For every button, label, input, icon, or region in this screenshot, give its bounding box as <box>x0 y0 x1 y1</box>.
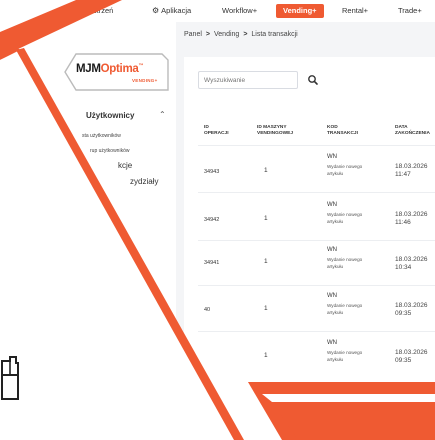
row-divider <box>198 285 435 286</box>
logo-text: MJMOptima™ <box>76 63 143 75</box>
cell-machine-id: 1 <box>264 258 268 265</box>
main-content: Panel>Vending>Lista transakcji ID OPERAC… <box>176 22 435 440</box>
logo-trademark: ™ <box>138 63 144 69</box>
cell-transaction-code: WN <box>327 293 337 299</box>
top-navigation: Moja przestrzeń ⚙ Aplikacja Workflow+ Ven… <box>0 0 435 22</box>
sidebar-item-user-groups[interactable]: rup użytkowników <box>90 148 129 154</box>
nav-trade[interactable]: Trade+ <box>398 4 422 18</box>
search-icon <box>308 75 318 85</box>
hand-icon <box>1 356 19 400</box>
cell-end-date: 18.03.2026 11:46 <box>395 211 428 226</box>
sidebar: MJMOptima™ VENDING+ Użytkownicy ⌃ sta uż… <box>0 22 176 440</box>
cell-operation-id: 40 <box>204 307 211 313</box>
cell-operation-id: 34943 <box>204 169 220 175</box>
nav-workflow[interactable]: Workflow+ <box>222 4 257 18</box>
cell-transaction-code: WN <box>327 340 337 346</box>
logo-mjm: MJM <box>76 63 101 75</box>
breadcrumb-panel[interactable]: Panel <box>184 31 202 38</box>
nav-vending[interactable]: Vending+ <box>276 4 324 18</box>
cell-transaction-desc: Wydanie nowego artykułu <box>327 257 363 269</box>
cell-transaction-desc: Wydanie nowego artykułu <box>327 303 363 315</box>
logo-subtitle: VENDING+ <box>132 78 158 83</box>
sidebar-section-users[interactable]: Użytkownicy <box>86 111 134 120</box>
sidebar-item-assignments[interactable]: zydziały <box>130 177 158 186</box>
search-input[interactable] <box>198 71 298 89</box>
nav-aplikacja[interactable]: ⚙ Aplikacja <box>152 4 191 18</box>
cell-transaction-code: WN <box>327 154 337 160</box>
cell-machine-id: 1 <box>264 215 268 222</box>
gear-icon: ⚙ <box>152 6 160 15</box>
column-header-code[interactable]: KOD TRANSAKCJI <box>327 125 358 137</box>
cell-transaction-desc: Wydanie nowego artykułu <box>327 212 363 224</box>
breadcrumb-current: Lista transakcji <box>251 31 298 38</box>
row-divider <box>198 240 435 241</box>
chevron-up-icon[interactable]: ⌃ <box>159 110 166 119</box>
row-divider <box>198 331 435 332</box>
cell-machine-id: 1 <box>264 305 268 312</box>
chevron-right-icon: > <box>243 31 248 38</box>
cell-transaction-code: WN <box>327 247 337 253</box>
cell-transaction-desc: Wydanie nowego artykułu <box>327 350 363 362</box>
cell-machine-id: 1 <box>264 167 268 174</box>
breadcrumb: Panel > Vending > Lista transakcji <box>184 31 298 38</box>
column-header-date[interactable]: DATA ZAKOŃCZENIA <box>395 125 430 137</box>
cell-operation-id: 34942 <box>204 217 220 223</box>
cell-end-date: 18.03.2026 09:35 <box>395 349 428 364</box>
breadcrumb-vending[interactable]: Vending <box>214 31 239 38</box>
nav-moja-przestrzen[interactable]: Moja przestrzeń <box>60 4 113 18</box>
cell-operation-id: 34941 <box>204 260 220 266</box>
nav-rental[interactable]: Rental+ <box>342 4 368 18</box>
nav-aplikacja-label: Aplikacja <box>161 6 192 15</box>
cell-transaction-desc: Wydanie nowego artykułu <box>327 164 363 176</box>
row-divider <box>198 192 435 193</box>
cell-end-date: 18.03.2026 11:47 <box>395 163 428 178</box>
cell-end-date: 18.03.2026 10:34 <box>395 256 428 271</box>
sidebar-item-user-list[interactable]: sta użytkowników <box>82 133 121 139</box>
transactions-card: ID OPERACJI ID MASZYNY VENDINGOWEJ KOD T… <box>184 57 435 440</box>
sidebar-item-transactions[interactable]: kcje <box>118 161 132 170</box>
cell-transaction-code: WN <box>327 202 337 208</box>
logo: MJMOptima™ VENDING+ <box>62 50 170 94</box>
column-header-machine[interactable]: ID MASZYNY VENDINGOWEJ <box>257 125 293 137</box>
logo-optima: Optima <box>100 63 139 75</box>
row-divider <box>198 145 435 146</box>
chevron-right-icon: > <box>205 31 210 38</box>
cell-machine-id: 1 <box>264 352 268 359</box>
cell-end-date: 18.03.2026 09:35 <box>395 302 428 317</box>
column-header-id[interactable]: ID OPERACJI <box>204 125 229 137</box>
search-button[interactable] <box>304 71 322 89</box>
